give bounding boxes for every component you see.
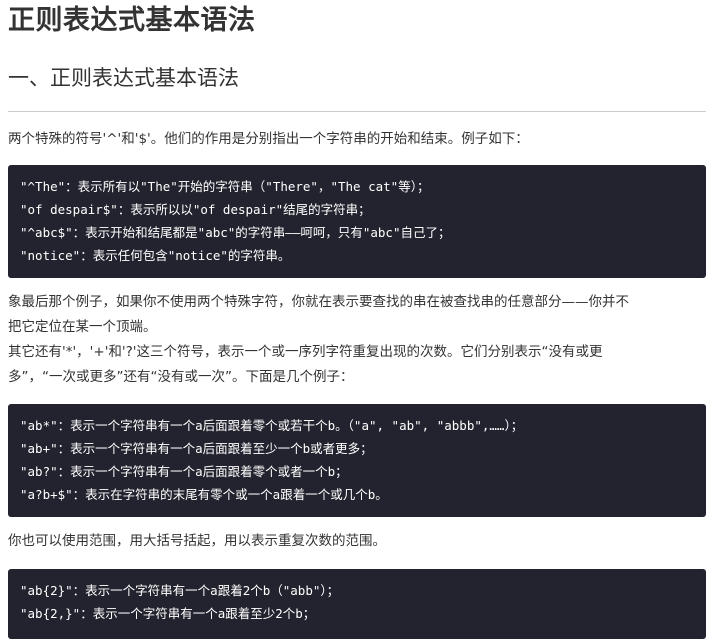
code-line: "ab+"：表示一个字符串有一个a后面跟着至少一个b或者更多； — [20, 441, 373, 456]
code-line: "of despair$"：表示所以以"of despair"结尾的字符串； — [20, 202, 371, 217]
paragraph-range: 你也可以使用范围，用大括号括起，用以表示重复次数的范围。 — [8, 533, 386, 549]
page-title: 正则表达式基本语法 — [8, 5, 256, 36]
code-block-repetition: "ab*"：表示一个字符串有一个a后面跟着零个或若干个b。（"a", "ab",… — [8, 404, 706, 517]
code-line: "ab{2,}"：表示一个字符串有一个a跟着至少2个b； — [20, 606, 316, 621]
paragraph-line: 把它定位在某一个顶端。 — [8, 319, 157, 335]
article: 正则表达式基本语法 一、正则表达式基本语法 两个特殊的符号'^'和'$'。他们的… — [0, 0, 712, 639]
code-line: "ab?"：表示一个字符串有一个a后面跟着零个或者一个b； — [20, 464, 348, 479]
paragraph-line: 多”，“一次或更多”还有“没有或一次”。下面是几个例子： — [8, 369, 354, 385]
section-heading: 一、正则表达式基本语法 — [8, 66, 239, 90]
code-line: "ab{2}"：表示一个字符串有一个a跟着2个b（"abb"）； — [20, 583, 340, 598]
paragraph-line: 象最后那个例子，如果你不使用两个特殊字符，你就在表示要查找的串在被查找串的任意部… — [8, 294, 629, 310]
code-line: "^abc$"：表示开始和结尾都是"abc"的字符串——呵呵，只有"abc"自己… — [20, 225, 451, 240]
section-divider — [8, 111, 706, 112]
code-block-range: "ab{2}"：表示一个字符串有一个a跟着2个b（"abb"）； "ab{2,}… — [8, 569, 706, 639]
paragraph-repeat: 其它还有'*'，'+'和'?'这三个符号，表示一个或一序列字符重复出现的次数。它… — [8, 340, 706, 390]
paragraph-line: 其它还有'*'，'+'和'?'这三个符号，表示一个或一序列字符重复出现的次数。它… — [8, 344, 603, 360]
code-line: "a?b+$"：表示在字符串的末尾有零个或一个a跟着一个或几个b。 — [20, 487, 388, 502]
code-line: "notice"：表示任何包含"notice"的字符串。 — [20, 248, 291, 263]
code-line: "ab*"：表示一个字符串有一个a后面跟着零个或若干个b。（"a", "ab",… — [20, 418, 524, 433]
code-line: "^The"：表示所有以"The"开始的字符串（"There"，"The cat… — [20, 179, 430, 194]
code-block-anchors: "^The"：表示所有以"The"开始的字符串（"There"，"The cat… — [8, 165, 706, 278]
paragraph-anchor-note: 象最后那个例子，如果你不使用两个特殊字符，你就在表示要查找的串在被查找串的任意部… — [8, 290, 706, 340]
paragraph-intro: 两个特殊的符号'^'和'$'。他们的作用是分别指出一个字符串的开始和结束。例子如… — [8, 131, 529, 147]
